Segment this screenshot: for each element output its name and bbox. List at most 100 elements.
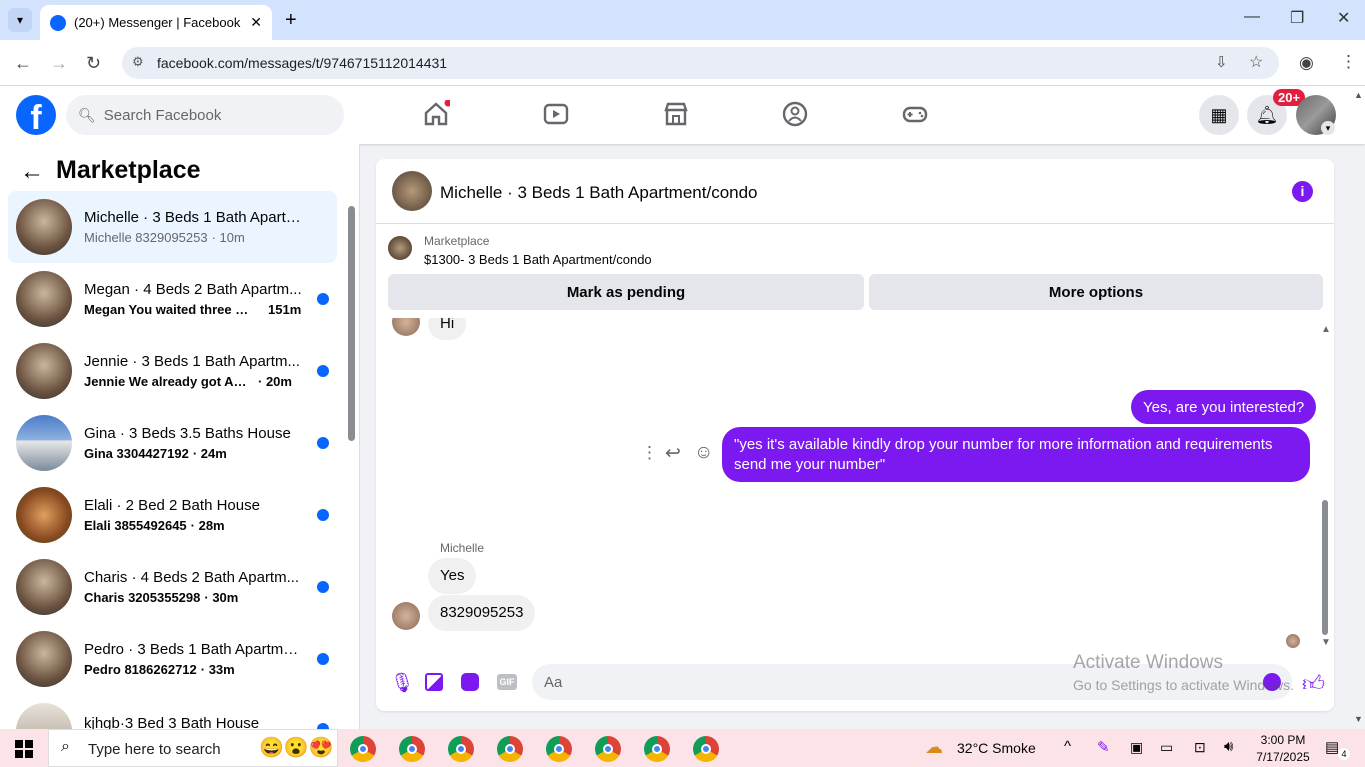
like-thumb-icon[interactable]: 👍︎ (1302, 670, 1325, 697)
new-tab-icon[interactable]: + (285, 9, 297, 32)
conversation-preview-row: Gina 3304427192 · 24m (84, 446, 304, 461)
conversation-title: Megan · 4 Beds 2 Bath Apartm... (84, 281, 302, 298)
listing-title[interactable]: $1300- 3 Beds 1 Bath Apartment/condo (424, 252, 652, 267)
home-icon[interactable] (422, 100, 450, 128)
conversation-preview-row: Jennie We already got Apartm... · 20m (84, 374, 304, 389)
windows-start-icon[interactable] (15, 740, 33, 758)
chrome-taskbar-icon[interactable] (595, 736, 621, 762)
conversation-item[interactable]: Gina · 3 Beds 3.5 Baths House Gina 330442… (8, 407, 337, 479)
gif-icon[interactable]: GIF (497, 674, 517, 690)
bookmark-star-icon[interactable]: ☆ (1249, 52, 1263, 72)
react-emoji-icon[interactable]: ☺ (694, 442, 713, 464)
chrome-center-icon (456, 744, 466, 754)
tab-list-button[interactable]: ▾ (8, 8, 32, 32)
window-close-icon[interactable]: ✕ (1337, 8, 1350, 28)
chrome-center-icon (407, 744, 417, 754)
sticker-icon[interactable] (461, 673, 479, 691)
notification-count: 4 (1338, 748, 1350, 760)
pen-icon[interactable]: ✎ (1097, 738, 1110, 756)
chrome-taskbar-icon[interactable] (350, 736, 376, 762)
conversation-item[interactable]: Megan · 4 Beds 2 Bath Apartm... Megan You… (8, 263, 337, 335)
conversation-item[interactable]: Elali · 2 Bed 2 Bath House Elali 38554926… (8, 479, 337, 551)
back-icon[interactable]: ← (14, 53, 32, 74)
page-scroll-up-icon[interactable]: ▲ (1354, 90, 1363, 100)
install-app-icon[interactable]: ⇩ (1215, 53, 1228, 71)
sender-avatar (392, 602, 420, 630)
search-input[interactable]: 🔍︎ Search Facebook (66, 95, 344, 135)
conversation-title: Pedro · 3 Beds 1 Bath Apartme... (84, 641, 304, 658)
facebook-favicon-icon (50, 14, 66, 31)
conversation-preview: Megan You waited three mo... (84, 302, 254, 317)
message-bubble-in: Yes (428, 558, 477, 594)
chrome-taskbar-icon[interactable] (644, 736, 670, 762)
chrome-taskbar-icon[interactable] (546, 736, 572, 762)
conversation-item[interactable]: Pedro · 3 Beds 1 Bath Apartme... Pedro 81… (8, 623, 337, 695)
chevron-down-icon[interactable]: ▾ (1321, 121, 1335, 135)
restore-icon[interactable]: ❐ (1290, 8, 1304, 28)
conversation-title: Jennie · 3 Beds 1 Bath Apartm... (84, 353, 300, 370)
address-bar[interactable]: ⚙ facebook.com/messages/t/97467151120144… (122, 47, 1279, 79)
conversation-thumbnail (16, 415, 72, 471)
chrome-center-icon (603, 744, 613, 754)
clock[interactable]: 3:00 PM 7/17/2025 (1253, 733, 1313, 764)
conversation-text: Megan · 4 Beds 2 Bath Apartm... Megan You… (84, 281, 304, 317)
activate-windows-subtitle: Go to Settings to activate Windows. (1073, 677, 1294, 693)
chat-avatar[interactable] (392, 171, 432, 211)
reply-icon[interactable]: ↩ (665, 442, 681, 465)
gaming-icon[interactable] (901, 100, 929, 128)
forward-icon[interactable]: → (50, 53, 68, 74)
browser-tab[interactable]: (20+) Messenger | Facebook ✕ (40, 5, 272, 40)
scroll-up-arrow-icon[interactable]: ▲ (1321, 324, 1331, 335)
more-options-button[interactable]: More options (869, 274, 1323, 310)
marketplace-icon[interactable] (662, 100, 690, 128)
weather-icon[interactable]: ☁ (925, 737, 943, 758)
chrome-taskbar-icon[interactable] (497, 736, 523, 762)
scroll-down-arrow-icon[interactable]: ▼ (1321, 637, 1331, 648)
battery-icon[interactable]: ▭ (1160, 739, 1173, 756)
sender-name: Michelle (440, 541, 485, 555)
conversation-preview-row: Charis 3205355298 · 30m (84, 590, 304, 605)
microphone-icon[interactable]: 🎙︎ (390, 671, 414, 695)
url-text: facebook.com/messages/t/9746715112014431 (157, 55, 448, 71)
close-tab-icon[interactable]: ✕ (250, 14, 262, 31)
conversation-time: · 10m (211, 230, 245, 245)
profile-icon[interactable]: ◉ (1299, 53, 1314, 73)
browser-menu-icon[interactable]: ⋮ (1340, 52, 1357, 72)
conversation-thumbnail (16, 343, 72, 399)
meet-icon[interactable]: ▣ (1130, 739, 1143, 756)
more-icon[interactable]: ⋮ (641, 443, 658, 463)
conversation-time: 151m (268, 302, 302, 317)
chrome-taskbar-icon[interactable] (399, 736, 425, 762)
sidebar-scrollbar[interactable] (346, 196, 356, 721)
volume-icon[interactable]: 🔊︎ (1224, 738, 1233, 755)
conversation-item[interactable]: Michelle · 3 Beds 1 Bath Apartm... Michel… (8, 191, 337, 263)
chat-scrollbar-thumb[interactable] (1322, 500, 1328, 635)
conversation-thumbnail (16, 703, 72, 729)
back-arrow-icon[interactable]: ← (20, 158, 44, 186)
weather-text[interactable]: 32°C Smoke (957, 740, 1036, 756)
conversation-title: Elali · 2 Bed 2 Bath House (84, 497, 260, 514)
mark-pending-button[interactable]: Mark as pending (388, 274, 864, 310)
conversation-item[interactable]: Charis · 4 Beds 2 Bath Apartm... Charis 3… (8, 551, 337, 623)
facebook-logo-icon[interactable]: f (16, 95, 56, 135)
info-icon[interactable]: i (1292, 181, 1313, 202)
video-icon[interactable] (542, 100, 570, 128)
menu-grid-button[interactable]: ▦ (1199, 95, 1239, 135)
chrome-taskbar-icon[interactable] (448, 736, 474, 762)
chat-title[interactable]: Michelle · 3 Beds 1 Bath Apartment/condo (440, 183, 758, 203)
chrome-taskbar-icon[interactable] (693, 736, 719, 762)
site-info-icon[interactable]: ⚙ (132, 54, 144, 70)
groups-icon[interactable] (781, 100, 809, 128)
conversation-item[interactable]: Jennie · 3 Beds 1 Bath Apartm... Jennie W… (8, 335, 337, 407)
page-scroll-down-icon[interactable]: ▼ (1354, 714, 1363, 724)
network-icon[interactable]: ⊡ (1194, 739, 1206, 756)
reload-icon[interactable]: ↻ (86, 53, 101, 74)
conversation-title: Gina · 3 Beds 3.5 Baths House (84, 425, 291, 442)
taskbar-search-box[interactable]: ⌕ Type here to search 😄😮😍 (48, 729, 338, 767)
chevron-up-icon[interactable]: ^ (1064, 738, 1071, 755)
photo-icon[interactable] (425, 673, 443, 691)
minimize-icon[interactable]: — (1244, 8, 1260, 26)
scrollbar-thumb[interactable] (348, 206, 355, 441)
conversation-item[interactable]: kjhgb·3 Bed 3 Bath House (8, 695, 337, 729)
conversation-preview: Jennie We already got Apartm... (84, 374, 254, 389)
